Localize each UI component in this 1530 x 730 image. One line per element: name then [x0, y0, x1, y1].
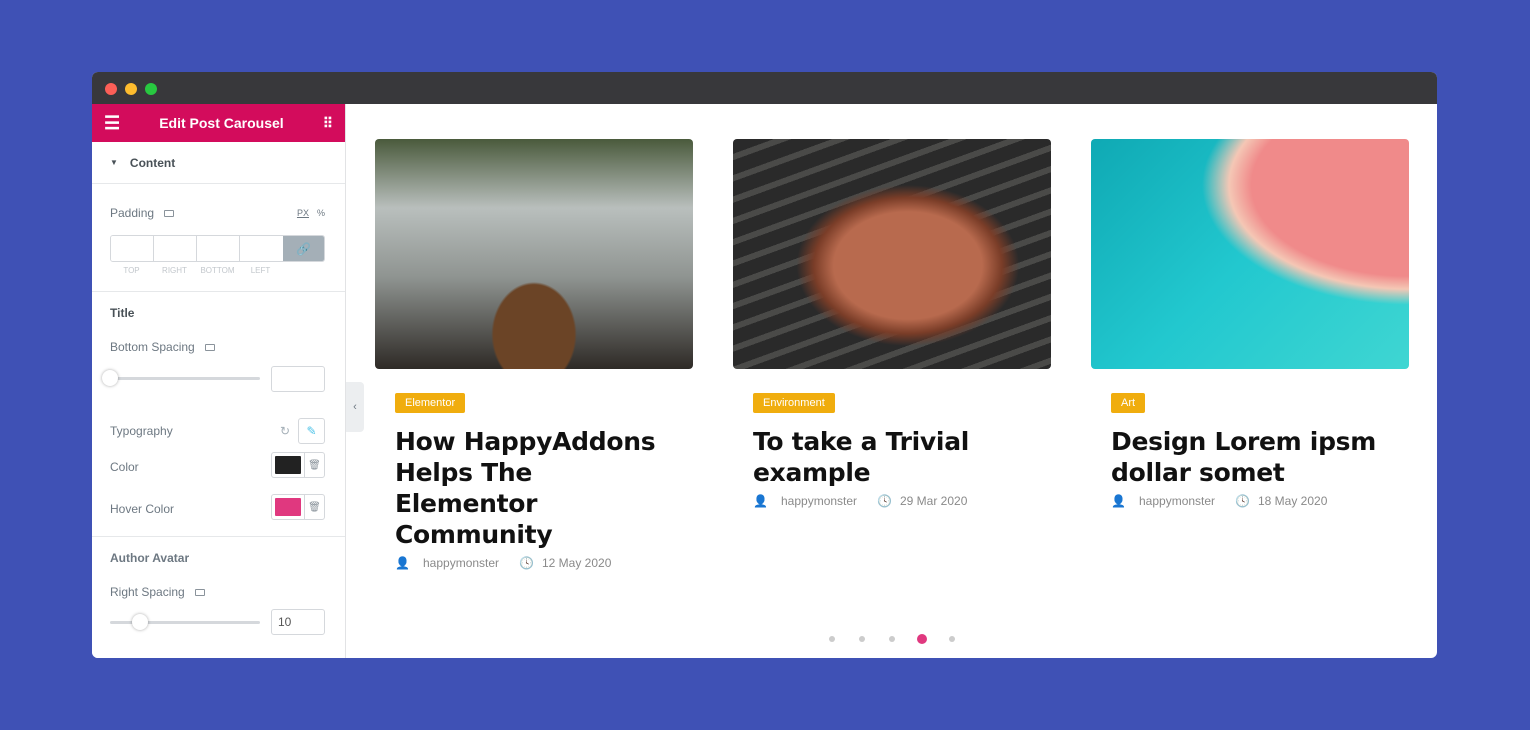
right-spacing-row: Right Spacing — [110, 585, 325, 599]
title-group-heading: Title — [110, 306, 135, 320]
grid-icon[interactable]: ⠿ — [323, 115, 333, 132]
close-window-button[interactable] — [105, 83, 117, 95]
pagination-dot[interactable] — [889, 636, 895, 642]
caret-down-icon: ▼ — [110, 158, 118, 167]
padding-right-input[interactable] — [154, 236, 197, 261]
post-carousel: Elementor How HappyAddons Helps The Elem… — [346, 104, 1437, 658]
right-spacing-slider[interactable] — [110, 614, 260, 630]
right-label: RIGHT — [162, 266, 187, 275]
user-icon: 👤 — [395, 556, 410, 570]
clock-icon: 🕓 — [877, 494, 892, 508]
pagination-dot[interactable] — [859, 636, 865, 642]
hover-color-picker[interactable]: 🗑 — [271, 494, 325, 520]
post-image-aerial-sea[interactable] — [1091, 139, 1409, 369]
post-title[interactable]: How HappyAddons Helps The Elementor Comm… — [395, 426, 673, 550]
maximize-window-button[interactable] — [145, 83, 157, 95]
post-card[interactable]: Environment To take a Trivial example 👤 h… — [733, 139, 1051, 508]
desktop-icon[interactable] — [164, 209, 175, 217]
category-badge[interactable]: Art — [1111, 393, 1146, 413]
padding-label: Padding — [110, 206, 155, 220]
right-spacing-input[interactable] — [271, 609, 325, 635]
user-icon: 👤 — [1111, 494, 1126, 508]
post-title[interactable]: To take a Trivial example — [753, 426, 1031, 488]
padding-left-input[interactable] — [240, 236, 283, 261]
editor-sidebar: ☰ Edit Post Carousel ⠿ ▼ Content Padding… — [92, 104, 346, 658]
padding-top-input[interactable] — [111, 236, 154, 261]
desktop-icon[interactable] — [194, 588, 205, 596]
author-avatar-heading: Author Avatar — [110, 551, 190, 565]
post-date: 12 May 2020 — [542, 556, 612, 570]
padding-row: Padding PX % — [110, 206, 325, 220]
minimize-window-button[interactable] — [125, 83, 137, 95]
browser-window: ☰ Edit Post Carousel ⠿ ▼ Content Padding… — [92, 72, 1437, 658]
top-label: TOP — [123, 266, 140, 275]
left-label: LEFT — [250, 266, 271, 275]
content-section-toggle[interactable]: ▼ Content — [92, 142, 345, 184]
bottom-spacing-slider[interactable] — [102, 370, 260, 386]
post-title[interactable]: Design Lorem ipsm dollar somet — [1111, 426, 1389, 488]
post-date: 29 Mar 2020 — [900, 494, 968, 508]
bottom-label: BOTTOM — [200, 266, 235, 275]
hamburger-icon[interactable]: ☰ — [104, 113, 120, 134]
typography-row: Typography ↻ ✎ — [110, 418, 325, 444]
post-author[interactable]: happymonster — [781, 494, 857, 508]
post-author[interactable]: happymonster — [423, 556, 499, 570]
clock-icon: 🕓 — [519, 556, 534, 570]
post-card[interactable]: Elementor How HappyAddons Helps The Elem… — [375, 139, 693, 570]
sidebar-header: ☰ Edit Post Carousel ⠿ — [92, 104, 345, 142]
hover-color-swatch[interactable] — [275, 498, 301, 516]
pagination-dot[interactable] — [917, 634, 927, 644]
color-picker[interactable]: 🗑 — [271, 452, 325, 478]
edit-pencil-icon[interactable]: ✎ — [298, 418, 325, 444]
bottom-spacing-row: Bottom Spacing — [110, 340, 325, 354]
pagination-dot[interactable] — [829, 636, 835, 642]
panel-title: Edit Post Carousel — [159, 115, 284, 131]
padding-inputs: 🔗 — [110, 235, 325, 262]
title-bar — [92, 72, 1437, 104]
pagination-dot[interactable] — [949, 636, 955, 642]
desktop-icon[interactable] — [204, 343, 215, 351]
post-author[interactable]: happymonster — [1139, 494, 1215, 508]
unit-px[interactable]: PX — [297, 208, 309, 218]
slider-handle[interactable] — [132, 614, 148, 630]
bottom-spacing-input[interactable] — [271, 366, 325, 392]
typography-label: Typography — [110, 424, 173, 438]
color-label: Color — [110, 460, 139, 474]
carousel-pagination — [346, 630, 1437, 650]
color-swatch[interactable] — [275, 456, 301, 474]
category-badge[interactable]: Elementor — [395, 393, 466, 413]
post-image-cafe-table[interactable] — [375, 139, 693, 369]
post-image-grilled-steak[interactable] — [733, 139, 1051, 369]
section-title: Content — [129, 155, 176, 170]
clear-color-icon[interactable]: 🗑 — [304, 453, 324, 477]
user-icon: 👤 — [753, 494, 768, 508]
hover-color-label: Hover Color — [110, 502, 175, 516]
bottom-spacing-label: Bottom Spacing — [110, 340, 195, 354]
reset-icon[interactable]: ↻ — [280, 424, 290, 438]
clear-hover-color-icon[interactable]: 🗑 — [304, 495, 324, 519]
padding-bottom-input[interactable] — [197, 236, 240, 261]
slider-handle[interactable] — [102, 370, 118, 386]
category-badge[interactable]: Environment — [753, 393, 835, 413]
unit-percent[interactable]: % — [317, 208, 325, 218]
post-card[interactable]: Art Design Lorem ipsm dollar somet 👤 happ… — [1091, 139, 1409, 508]
clock-icon: 🕓 — [1235, 494, 1250, 508]
right-spacing-label: Right Spacing — [110, 585, 185, 599]
post-date: 18 May 2020 — [1258, 494, 1328, 508]
link-values-icon[interactable]: 🔗 — [283, 236, 324, 261]
